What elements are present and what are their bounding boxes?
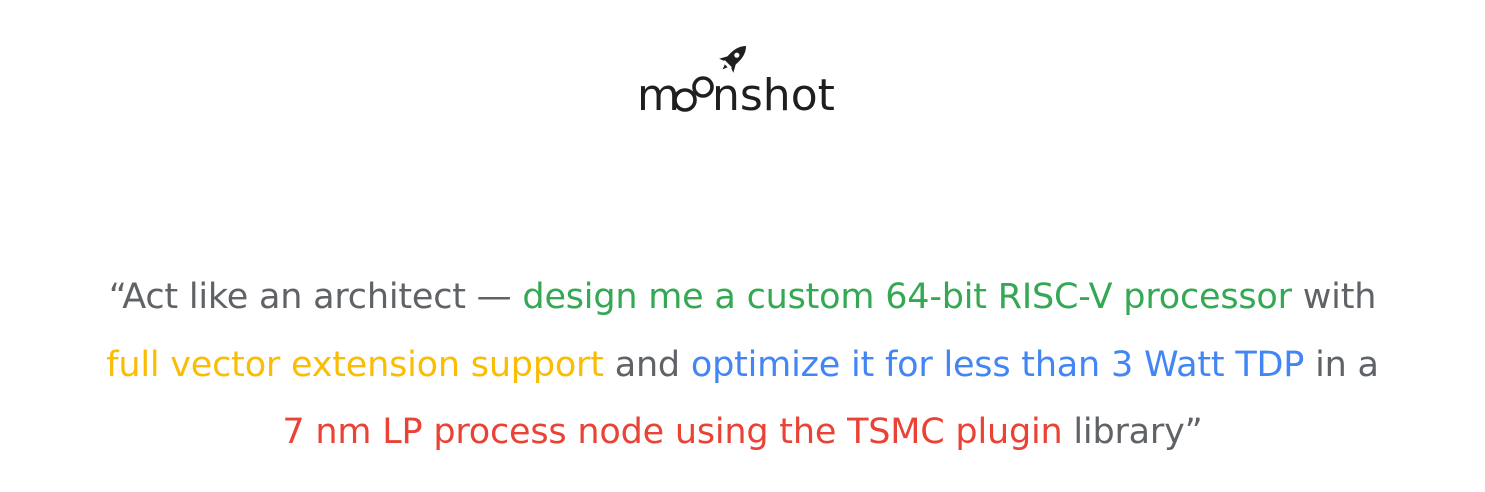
quote-segment: full vector extension support [106,344,604,385]
logo-letter-m: m [637,70,680,118]
quote-segment: 7 nm LP process node using the TSMC plug… [282,412,1063,452]
quote-segment: library” [1062,412,1203,452]
quote-segment: optimize it for less than 3 Watt TDP [690,344,1305,385]
logo-circle-2 [691,76,714,98]
quote-segment: with [1291,277,1377,317]
quote-segment: and [603,344,691,385]
quote-line-1: “Act like an architect — design me a cus… [20,264,1465,332]
quote-text: “Act like an architect — design me a cus… [20,264,1465,467]
quote-line-3: 7 nm LP process node using the TSMC plug… [20,399,1465,467]
quote-segment: “Act like an architect — [108,277,523,317]
quote-segment: in a [1304,344,1379,385]
moonshot-wordmark: m nshot [637,45,835,118]
quote-segment: design me a custom 64-bit RISC-V process… [522,277,1292,317]
moonshot-logo: m nshot [0,38,1485,118]
quote-line-2: full vector extension support and optimi… [20,332,1465,400]
logo-letters-nshot: nshot [712,70,835,118]
